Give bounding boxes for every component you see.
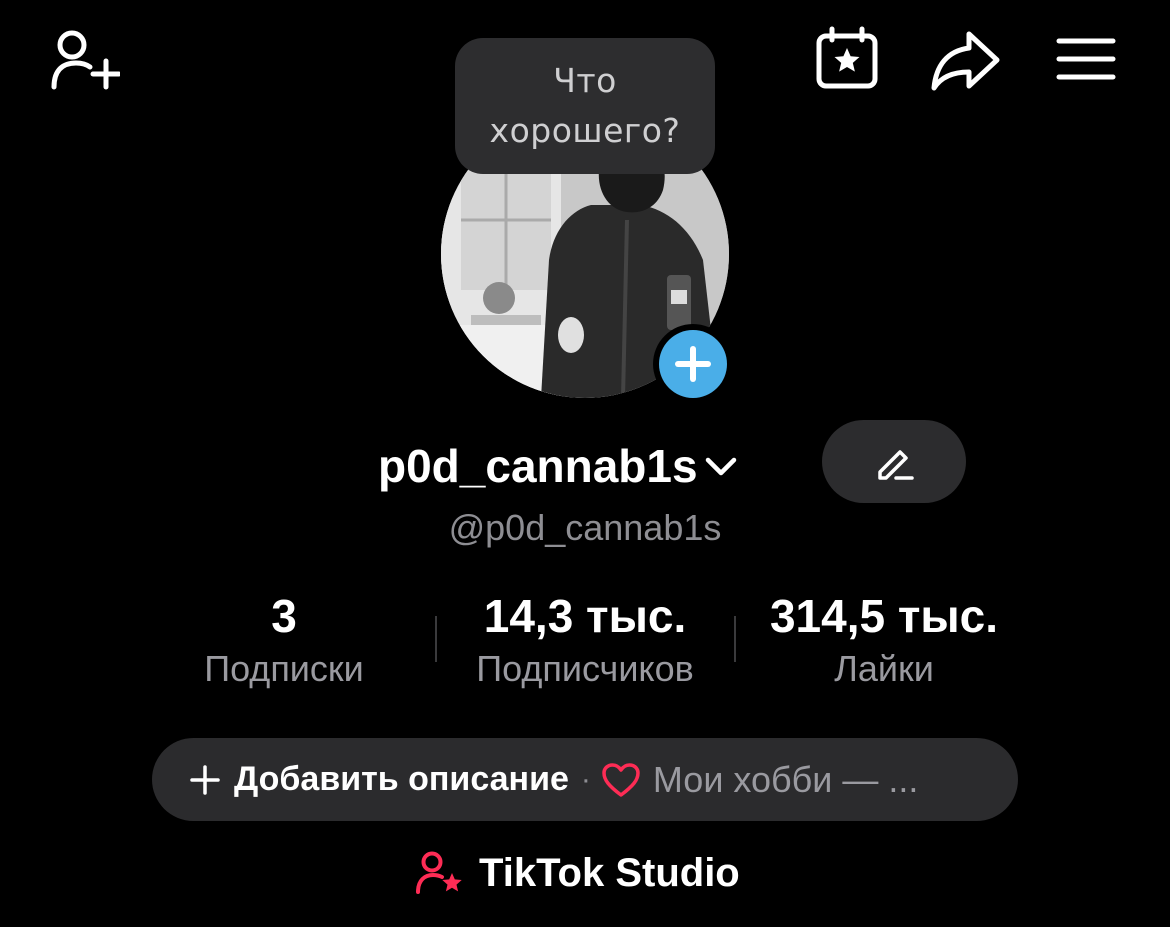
account-switcher[interactable]: p0d_cannab1s	[378, 436, 738, 496]
prompt-line-1: Что	[553, 61, 617, 100]
pencil-icon	[878, 449, 914, 480]
calendar-star-icon	[816, 26, 878, 89]
likes-count: 314,5 тыс.	[769, 590, 999, 642]
followers-stat[interactable]: 14,3 тыс. Подписчиков	[445, 588, 725, 694]
tiktok-studio-label: TikTok Studio	[479, 851, 740, 895]
person-plus-icon	[51, 30, 120, 90]
plus-icon	[190, 764, 220, 795]
stat-divider	[435, 616, 437, 662]
username-handle: @p0d_cannab1s	[448, 507, 722, 548]
heart-icon	[601, 762, 641, 798]
share-button[interactable]	[928, 26, 1002, 94]
bio-separator: ·	[580, 762, 591, 796]
following-count: 3	[271, 590, 297, 642]
creator-star-icon	[416, 851, 462, 894]
following-label: Подписки	[204, 648, 364, 689]
prompt-line-2: хорошего?	[489, 111, 681, 150]
stat-divider	[734, 616, 736, 662]
calendar-button[interactable]	[812, 24, 882, 94]
display-name: p0d_cannab1s	[378, 440, 698, 492]
followers-count: 14,3 тыс.	[483, 590, 687, 642]
menu-button[interactable]	[1054, 34, 1118, 84]
likes-stat[interactable]: 314,5 тыс. Лайки	[744, 588, 1024, 694]
add-bio-label: Добавить описание	[234, 760, 569, 798]
add-avatar-button[interactable]	[653, 324, 733, 404]
plus-icon	[675, 346, 711, 382]
add-friend-button[interactable]	[44, 24, 124, 96]
chevron-down-icon	[705, 457, 736, 476]
share-arrow-icon	[931, 31, 1000, 91]
hamburger-menu-icon	[1056, 38, 1116, 80]
hobby-suggestion: Мои хобби — ...	[652, 758, 919, 800]
edit-profile-button[interactable]	[822, 420, 966, 503]
status-prompt-bubble[interactable]: Что хорошего?	[455, 38, 715, 174]
followers-label: Подписчиков	[476, 648, 694, 689]
following-stat[interactable]: 3 Подписки	[184, 588, 384, 694]
tiktok-studio-link[interactable]: TikTok Studio	[415, 845, 740, 901]
add-bio-button[interactable]: Добавить описание · Мои хобби — ...	[152, 738, 1018, 821]
likes-label: Лайки	[834, 648, 934, 689]
